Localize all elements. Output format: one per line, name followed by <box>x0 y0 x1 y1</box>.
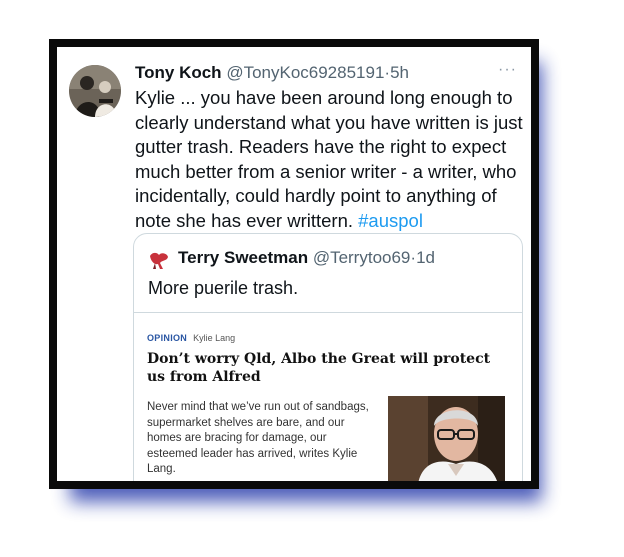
quoted-tweet[interactable]: Terry Sweetman @Terrytoo69·1d More pueri… <box>133 233 523 481</box>
author-handle[interactable]: @TonyKoc69285191 <box>226 63 384 82</box>
quoted-avatar[interactable] <box>146 247 172 273</box>
author-name[interactable]: Tony Koch <box>135 63 222 82</box>
article-preview[interactable]: OPINION Kylie Lang Don’t worry Qld, Albo … <box>134 312 522 481</box>
article-headline[interactable]: Don’t worry Qld, Albo the Great will pro… <box>147 350 507 386</box>
article-author: Kylie Lang <box>193 333 236 343</box>
quoted-text: More puerile trash. <box>148 278 299 298</box>
tweet-header: Tony Koch @TonyKoc69285191·5h <box>135 62 517 84</box>
article-section-label: OPINION <box>147 333 188 343</box>
more-options-icon[interactable]: ··· <box>498 61 517 79</box>
hashtag-link[interactable]: #auspol <box>358 210 423 231</box>
quoted-author-name[interactable]: Terry Sweetman <box>178 248 308 267</box>
tweet-timestamp[interactable]: 5h <box>390 63 409 82</box>
tweet-body: Kylie ... you have been around long enou… <box>135 86 530 233</box>
quoted-author-handle[interactable]: @Terrytoo69 <box>313 248 411 267</box>
tweet-text: Kylie ... you have been around long enou… <box>135 87 523 231</box>
avatar[interactable] <box>69 65 121 117</box>
article-standfirst: Never mind that we’ve run out of sandbag… <box>147 401 369 476</box>
tweet-card[interactable]: Tony Koch @TonyKoc69285191·5h ··· Kylie … <box>49 39 539 489</box>
article-meta: OPINION Kylie Lang <box>147 333 235 343</box>
quoted-header: Terry Sweetman @Terrytoo69·1d <box>178 247 435 269</box>
quoted-timestamp[interactable]: 1d <box>416 248 435 267</box>
article-photo <box>388 396 505 481</box>
